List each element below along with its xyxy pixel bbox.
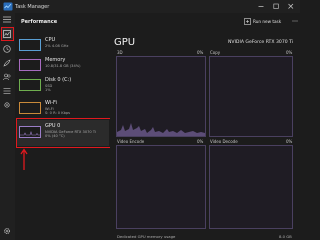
device-stats: SSD 1% xyxy=(45,83,53,93)
annotation-arrow xyxy=(20,148,28,170)
nav-settings[interactable] xyxy=(1,225,13,236)
device-name: CPU xyxy=(45,37,56,43)
device-name: Memory xyxy=(45,57,66,63)
title-bar: Task Manager xyxy=(0,0,300,13)
graph-copy xyxy=(209,56,293,137)
services-icon xyxy=(4,102,10,108)
maximize-icon[interactable] xyxy=(271,2,281,11)
disk-thumbnail-graph xyxy=(19,79,41,91)
graph-label-video-decode: Video Decode xyxy=(210,139,238,144)
graph-video-decode xyxy=(209,145,293,229)
graph-pct-video-decode: 0% xyxy=(286,139,293,144)
wifi-thumbnail-graph xyxy=(19,102,41,114)
memory-usage-value: 8.0 GB xyxy=(279,234,292,239)
menu-icon xyxy=(3,16,11,23)
graph-pct-3d: 0% xyxy=(197,50,204,55)
device-stats: 10.8/31.8 GB (34%) xyxy=(45,63,81,68)
device-name: Wi-Fi xyxy=(45,100,57,106)
highlight-box-gpu xyxy=(16,118,111,148)
graph-video-encode xyxy=(116,145,206,229)
device-stats: 2% 4.08 GHz xyxy=(45,43,69,48)
minimize-icon[interactable] xyxy=(256,2,266,11)
task-manager-app-icon xyxy=(3,2,13,11)
run-new-task-label: Run new task xyxy=(253,18,282,24)
graph-pct-video-encode: 0% xyxy=(197,139,204,144)
nav-sidebar xyxy=(0,13,15,240)
gpu-detail-panel: GPU NVIDIA GeForce RTX 3070 Ti 3D 0% Cop… xyxy=(110,30,300,240)
history-icon xyxy=(3,45,11,53)
nav-services[interactable] xyxy=(1,99,13,110)
device-item-wifi[interactable]: Wi-Fi Wi-Fi S: 0 R: 0 Kbps xyxy=(17,97,109,119)
gpu-title: GPU xyxy=(114,37,136,48)
window-title: Task Manager xyxy=(15,3,50,10)
memory-thumbnail-graph xyxy=(19,59,41,71)
device-stats: Wi-Fi S: 0 R: 0 Kbps xyxy=(45,106,71,116)
run-new-task-button[interactable]: Run new task xyxy=(244,17,296,26)
gpu-model-name: NVIDIA GeForce RTX 3070 Ti xyxy=(228,40,294,45)
cpu-thumbnail-graph xyxy=(19,39,41,51)
graph-label-copy: Copy xyxy=(210,50,221,55)
graph-3d xyxy=(116,56,206,137)
graph-label-3d: 3D xyxy=(117,50,123,55)
highlight-box-performance xyxy=(1,27,14,41)
details-icon xyxy=(3,88,11,94)
hamburger-menu-button[interactable] xyxy=(1,14,13,25)
page-header: Performance Run new task xyxy=(15,13,300,30)
graph-label-video-encode: Video Encode xyxy=(117,139,145,144)
page-title: Performance xyxy=(21,18,58,25)
graph-pct-copy: 0% xyxy=(286,50,293,55)
gear-icon xyxy=(4,228,10,234)
close-icon[interactable] xyxy=(286,2,296,11)
nav-users[interactable] xyxy=(1,71,13,82)
nav-app-history[interactable] xyxy=(1,43,13,54)
nav-details[interactable] xyxy=(1,85,13,96)
users-icon xyxy=(3,73,11,81)
startup-icon xyxy=(3,59,11,67)
device-item-cpu[interactable]: CPU 2% 4.08 GHz xyxy=(17,34,109,56)
memory-usage-label: Dedicated GPU memory usage xyxy=(117,234,176,239)
device-name: Disk 0 (C:) xyxy=(45,77,72,83)
device-item-disk[interactable]: Disk 0 (C:) SSD 1% xyxy=(17,74,109,96)
device-item-memory[interactable]: Memory 10.8/31.8 GB (34%) xyxy=(17,54,109,76)
more-options-icon[interactable] xyxy=(292,18,298,24)
run-task-icon xyxy=(244,18,251,25)
nav-startup-apps[interactable] xyxy=(1,57,13,68)
